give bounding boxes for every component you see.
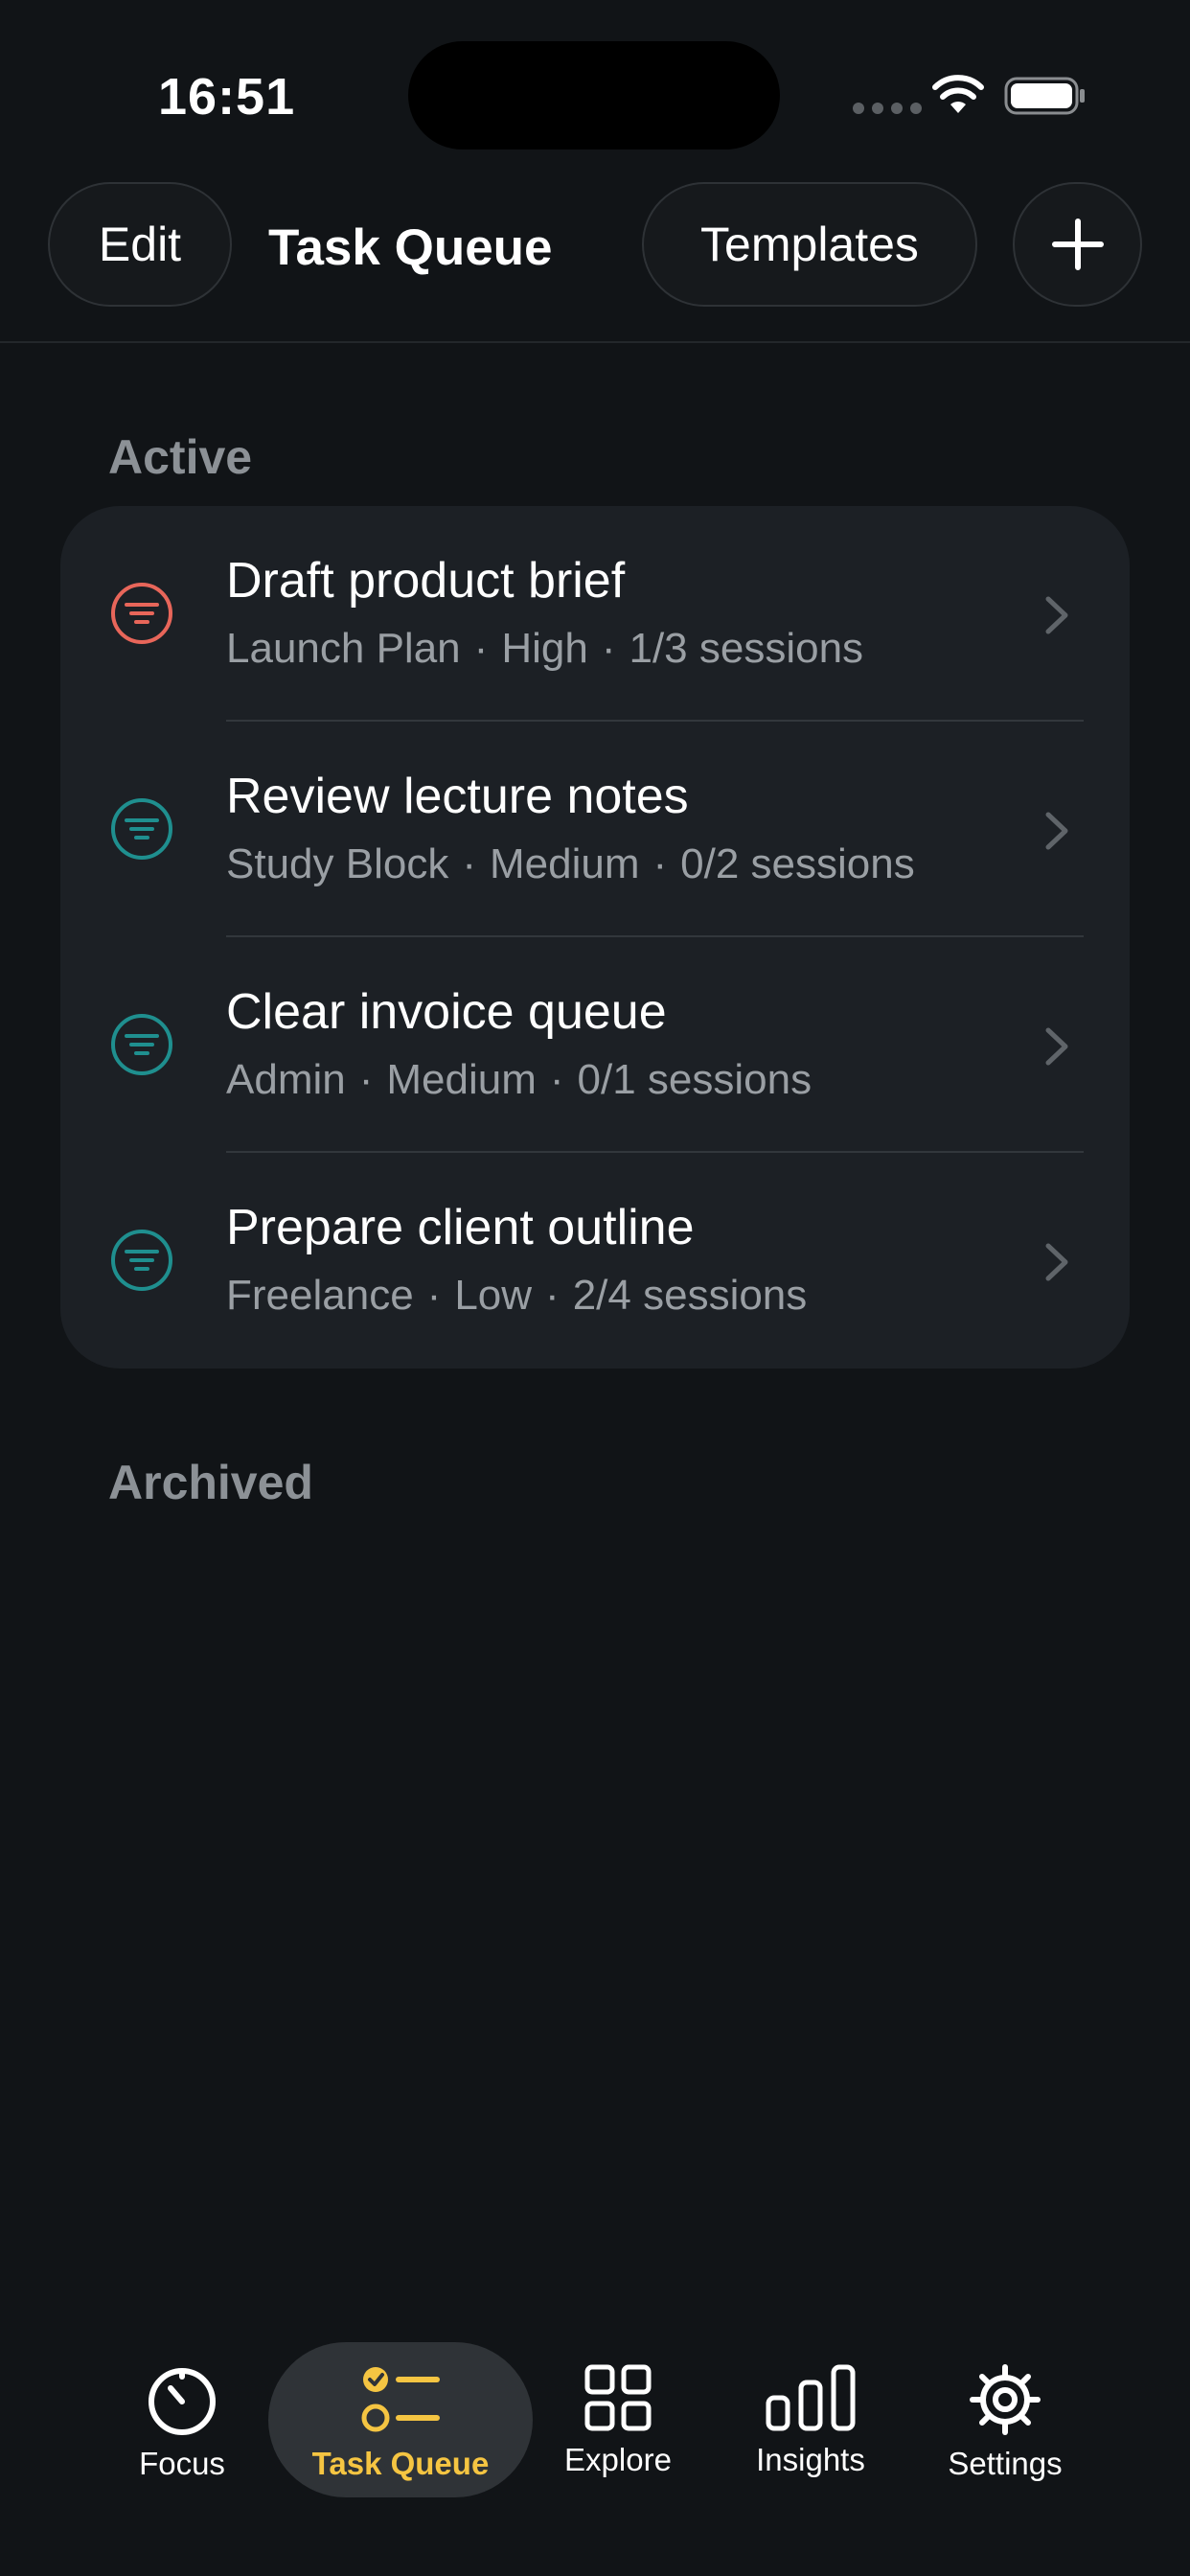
- tab-focus[interactable]: Focus: [115, 2342, 249, 2497]
- plus-icon: [1051, 218, 1104, 270]
- status-bar: 16:51: [0, 0, 1190, 192]
- tab-settings[interactable]: Settings: [934, 2342, 1076, 2497]
- chevron-right-icon: [1045, 1027, 1068, 1066]
- dynamic-island: [408, 41, 780, 150]
- priority-filter-icon: [111, 1230, 172, 1291]
- task-meta: Study Block · Medium · 0/2 sessions: [226, 840, 915, 887]
- task-sessions: 2/4 sessions: [572, 1272, 808, 1319]
- tab-label: Focus: [139, 2446, 225, 2481]
- grid-icon: [584, 2364, 652, 2431]
- task-priority: Medium: [386, 1056, 537, 1103]
- archived-section-label: Archived: [108, 1456, 313, 1509]
- tab-explore[interactable]: Explore: [551, 2342, 685, 2497]
- task-meta: Freelance · Low · 2/4 sessions: [226, 1272, 808, 1319]
- tab-insights[interactable]: Insights: [738, 2342, 883, 2497]
- chevron-right-icon: [1045, 812, 1068, 850]
- wifi-icon: [932, 75, 984, 113]
- priority-filter-icon: [111, 1014, 172, 1075]
- task-priority: Medium: [490, 840, 640, 887]
- page-title: Task Queue: [268, 219, 553, 276]
- nav-header: Edit Task Queue Templates: [0, 182, 1190, 343]
- task-project: Launch Plan: [226, 625, 461, 672]
- tab-label: Task Queue: [311, 2446, 490, 2481]
- chevron-right-icon: [1045, 1243, 1068, 1281]
- tab-task-queue[interactable]: Task Queue: [268, 2342, 533, 2497]
- active-section-label: Active: [108, 430, 253, 484]
- edit-button-label: Edit: [98, 218, 182, 271]
- task-project: Freelance: [226, 1272, 414, 1319]
- checklist-icon: [361, 2367, 440, 2432]
- task-sessions: 0/1 sessions: [577, 1056, 812, 1103]
- chevron-right-icon: [1045, 596, 1068, 634]
- status-time: 16:51: [158, 68, 296, 126]
- battery-icon: [1004, 77, 1085, 115]
- priority-filter-icon: [111, 583, 172, 644]
- tab-label: Insights: [756, 2442, 865, 2477]
- templates-button-label: Templates: [700, 218, 919, 271]
- task-row[interactable]: Prepare client outline Freelance · Low · 2/4…: [60, 1153, 1130, 1368]
- task-row[interactable]: Clear invoice queue Admin · Medium · 0/1 ses…: [60, 937, 1130, 1153]
- tab-bar: Focus Task Queue Explore Insights Settin…: [0, 2319, 1190, 2576]
- gear-icon: [970, 2364, 1041, 2435]
- task-meta: Launch Plan · High · 1/3 sessions: [226, 625, 864, 672]
- cellular-signal-icon: [853, 103, 922, 114]
- active-task-list: Draft product brief Launch Plan · High · 1/3…: [60, 506, 1130, 1368]
- tab-label: Explore: [564, 2442, 672, 2477]
- bar-chart-icon: [766, 2364, 856, 2431]
- task-meta: Admin · Medium · 0/1 sessions: [226, 1056, 812, 1103]
- task-priority: High: [501, 625, 588, 672]
- task-project: Study Block: [226, 840, 449, 887]
- task-row[interactable]: Draft product brief Launch Plan · High · 1/3…: [60, 506, 1130, 722]
- task-title: Clear invoice queue: [226, 984, 667, 1040]
- task-title: Review lecture notes: [226, 769, 689, 824]
- task-priority: Low: [454, 1272, 533, 1319]
- task-sessions: 1/3 sessions: [629, 625, 864, 672]
- templates-button[interactable]: Templates: [642, 182, 977, 307]
- add-task-button[interactable]: [1013, 182, 1142, 307]
- task-title: Draft product brief: [226, 553, 626, 609]
- timer-icon: [149, 2368, 216, 2435]
- task-sessions: 0/2 sessions: [680, 840, 915, 887]
- priority-filter-icon: [111, 798, 172, 860]
- task-row[interactable]: Review lecture notes Study Block · Medium ·…: [60, 722, 1130, 937]
- edit-button[interactable]: Edit: [48, 182, 232, 307]
- tab-label: Settings: [948, 2446, 1063, 2481]
- task-title: Prepare client outline: [226, 1200, 695, 1255]
- task-project: Admin: [226, 1056, 346, 1103]
